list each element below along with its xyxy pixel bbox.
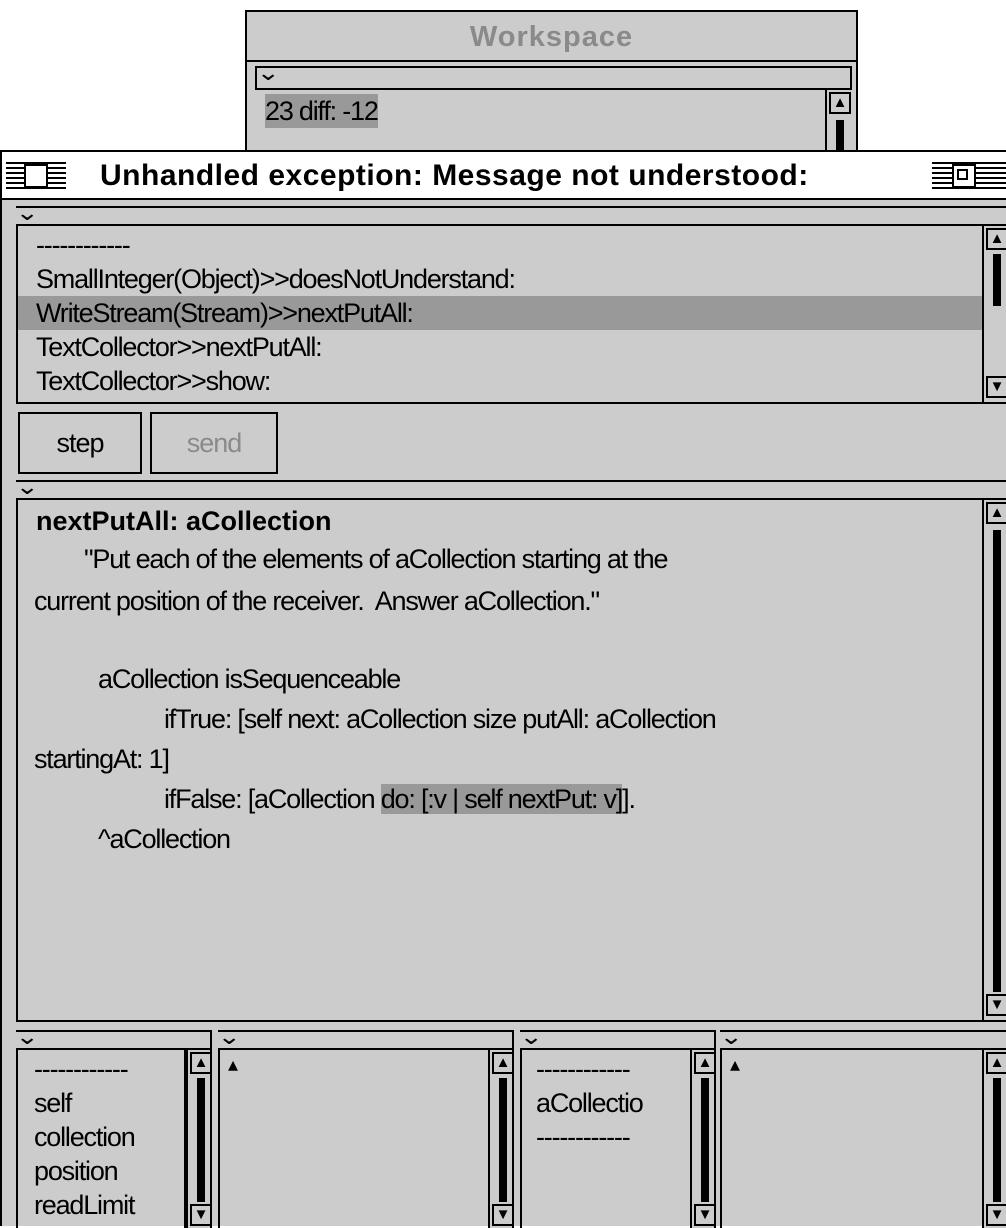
scroll-thumb[interactable] (499, 1078, 507, 1202)
caret-icon: ▴ (228, 1054, 238, 1076)
code-line: ifTrue: [self next: aCollection size put… (164, 704, 717, 734)
zoom-box-icon[interactable] (932, 162, 1006, 190)
chevron-down-icon[interactable]: ⌄ (217, 1026, 241, 1048)
highlighted-expression: do: [:v | self nextPut: v] (380, 784, 623, 814)
chevron-down-icon[interactable]: ⌄ (256, 62, 280, 84)
chevron-down-icon[interactable]: ⌄ (15, 476, 39, 498)
context-value-pane[interactable]: ▴ (720, 1050, 982, 1228)
send-button[interactable]: send (150, 412, 278, 474)
list-item: ------------ (536, 1054, 631, 1084)
chevron-down-icon[interactable]: ⌄ (15, 202, 39, 224)
stack-frame-selected[interactable]: WriteStream(Stream)>>nextPutAll: (18, 296, 982, 330)
scroll-down-arrow-icon[interactable]: ▼ (986, 994, 1006, 1016)
scroll-thumb[interactable] (993, 1078, 1001, 1202)
workspace-window[interactable]: Workspace ⌄ 23 diff: -12 ▲ (245, 10, 858, 160)
code-line: ifFalse: [aCollection do: [:v | self nex… (164, 784, 636, 814)
list-item[interactable]: self (34, 1086, 72, 1120)
context-vars-scrollbar[interactable]: ▲ ▼ (690, 1050, 716, 1228)
chevron-down-icon[interactable]: ⌄ (15, 1026, 39, 1048)
method-header: nextPutAll: aCollection (36, 506, 332, 536)
code-line: current position of the receiver. Answer… (34, 586, 600, 616)
stack-frame-separator: ------------ (36, 230, 131, 260)
list-item[interactable]: readLimit (34, 1188, 135, 1222)
code-line: startingAt: 1] (34, 744, 170, 774)
context-vars-list[interactable]: ------------ aCollectio ------------ (520, 1050, 690, 1228)
scroll-down-arrow-icon[interactable]: ▼ (190, 1204, 212, 1226)
chevron-down-icon[interactable]: ⌄ (719, 1026, 743, 1048)
scroll-up-arrow-icon[interactable]: ▲ (986, 228, 1006, 250)
stack-menu-strip[interactable]: ⌄ (15, 202, 1006, 226)
list-item[interactable]: aCollectio (536, 1086, 644, 1120)
list-item[interactable]: position (34, 1154, 119, 1188)
scroll-down-arrow-icon[interactable]: ▼ (492, 1204, 514, 1226)
code-line: "Put each of the elements of aCollection… (84, 544, 668, 574)
chevron-down-icon[interactable]: ⌄ (519, 1026, 543, 1048)
stack-frame[interactable]: SmallInteger(Object)>>doesNotUnderstand: (18, 262, 978, 296)
code-line: ^aCollection (98, 824, 231, 854)
scroll-up-arrow-icon[interactable]: ▲ (986, 502, 1006, 524)
context-value-menu[interactable]: ⌄ (719, 1026, 1006, 1050)
scroll-up-arrow-icon[interactable]: ▲ (694, 1052, 716, 1074)
workspace-title: Workspace (469, 21, 634, 53)
list-item: ------------ (34, 1054, 129, 1084)
caret-icon: ▴ (730, 1054, 740, 1076)
receiver-vars-list[interactable]: ------------ self collection position re… (16, 1050, 186, 1228)
stack-frame[interactable]: TextCollector>>nextPutAll: (18, 330, 978, 364)
close-box-icon[interactable] (6, 162, 66, 190)
scroll-up-arrow-icon[interactable]: ▲ (829, 92, 851, 114)
scroll-down-arrow-icon[interactable]: ▼ (986, 1204, 1006, 1226)
scroll-up-arrow-icon[interactable]: ▲ (986, 1052, 1006, 1074)
list-item[interactable]: collection (34, 1120, 136, 1154)
receiver-vars-menu[interactable]: ⌄ (15, 1026, 212, 1050)
stack-list[interactable]: ------------ SmallInteger(Object)>>doesN… (16, 226, 982, 404)
context-value-scrollbar[interactable]: ▲ ▼ (982, 1050, 1006, 1228)
step-button[interactable]: step (18, 412, 142, 474)
scroll-up-arrow-icon[interactable]: ▲ (492, 1052, 514, 1074)
receiver-value-scrollbar[interactable]: ▲ ▼ (488, 1050, 514, 1228)
stack-frame[interactable]: TextCollector>>show: (18, 364, 978, 398)
code-pane[interactable]: nextPutAll: aCollection "Put each of the… (16, 500, 982, 1022)
debugger-title-bar[interactable]: Unhandled exception: Message not underst… (2, 152, 1006, 200)
workspace-menu-strip[interactable]: ⌄ (255, 62, 852, 90)
context-vars-menu[interactable]: ⌄ (519, 1026, 716, 1050)
code-scrollbar[interactable]: ▲ ▼ (982, 500, 1006, 1022)
scroll-down-arrow-icon[interactable]: ▼ (986, 376, 1006, 398)
scroll-up-arrow-icon[interactable]: ▲ (190, 1052, 212, 1074)
list-item: ------------ (536, 1122, 631, 1152)
scroll-thumb[interactable] (701, 1078, 709, 1202)
workspace-title-bar[interactable]: Workspace (247, 12, 856, 62)
code-menu-strip[interactable]: ⌄ (15, 476, 1006, 500)
receiver-value-menu[interactable]: ⌄ (217, 1026, 514, 1050)
debugger-title: Unhandled exception: Message not underst… (100, 159, 809, 192)
scroll-thumb[interactable] (993, 530, 1001, 992)
scroll-thumb[interactable] (197, 1078, 205, 1202)
code-line: aCollection isSequenceable (98, 664, 401, 694)
receiver-vars-scrollbar[interactable]: ▲ ▼ (186, 1050, 212, 1228)
debugger-window[interactable]: Unhandled exception: Message not underst… (0, 150, 1006, 1228)
receiver-value-pane[interactable]: ▴ (218, 1050, 488, 1228)
scroll-thumb[interactable] (993, 254, 1001, 306)
stack-scrollbar[interactable]: ▲ ▼ (982, 226, 1006, 404)
scroll-down-arrow-icon[interactable]: ▼ (694, 1204, 716, 1226)
workspace-content: 23 diff: -12 (265, 94, 379, 128)
